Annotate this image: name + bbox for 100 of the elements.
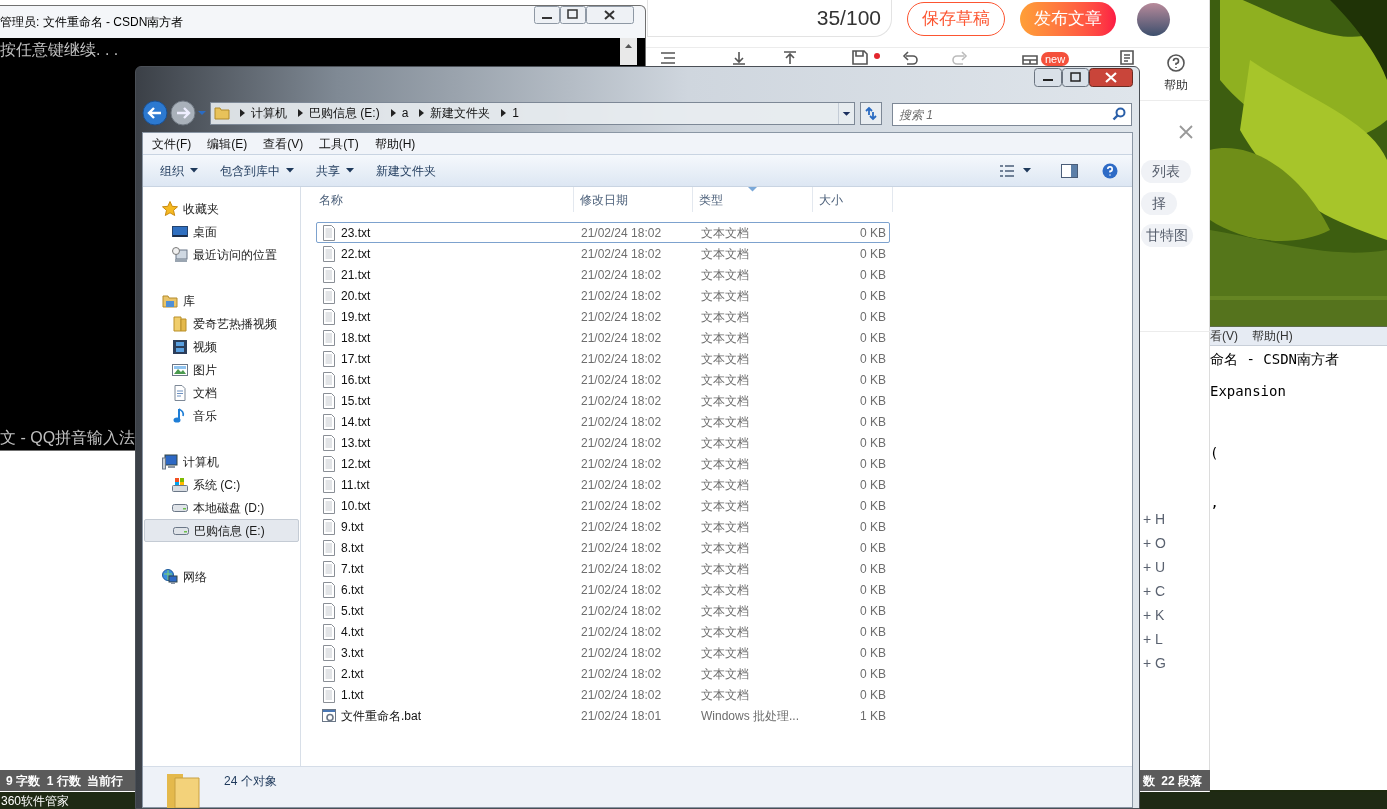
nav-item[interactable]: 音乐: [143, 404, 300, 427]
file-row[interactable]: 10.txt 21/02/24 18:02 文本文档 0 KB: [316, 495, 890, 516]
nav-item[interactable]: 系统 (C:): [143, 473, 300, 496]
character-counter: 35/100: [816, 5, 881, 32]
file-row[interactable]: 19.txt 21/02/24 18:02 文本文档 0 KB: [316, 306, 890, 327]
list-icon[interactable]: [660, 51, 676, 65]
toolbar-button[interactable]: 包含到库中: [212, 158, 302, 183]
file-row[interactable]: 23.txt 21/02/24 18:02 文本文档 0 KB: [316, 222, 890, 243]
close-icon[interactable]: [1089, 68, 1133, 87]
file-row[interactable]: 4.txt 21/02/24 18:02 文本文档 0 KB: [316, 621, 890, 642]
date-cell-text: 21/02/24 18:02: [580, 455, 663, 473]
column-header[interactable]: 大小: [813, 187, 893, 212]
file-row[interactable]: 12.txt 21/02/24 18:02 文本文档 0 KB: [316, 453, 890, 474]
forward-icon[interactable]: [170, 100, 196, 126]
menu-item[interactable]: 编辑(E): [207, 134, 248, 153]
menu-item[interactable]: 查看(V): [263, 134, 304, 153]
toolbar-button[interactable]: 共享: [308, 158, 362, 183]
file-row[interactable]: 7.txt 21/02/24 18:02 文本文档 0 KB: [316, 558, 890, 579]
nav-item[interactable]: 巴购信息 (E:): [144, 519, 299, 542]
file-row[interactable]: 3.txt 21/02/24 18:02 文本文档 0 KB: [316, 642, 890, 663]
nav-item[interactable]: 最近访问的位置: [143, 243, 300, 266]
ime-status: 文 - QQ拼音输入法: [0, 428, 136, 448]
close-icon[interactable]: [586, 6, 634, 24]
breadcrumb[interactable]: 巴购信息 (E:): [309, 104, 380, 122]
outline-item[interactable]: + G: [1143, 653, 1166, 677]
nav-item[interactable]: 收藏夹: [143, 197, 300, 220]
nav-item[interactable]: 图片: [143, 358, 300, 381]
type-cell-text: 文本文档: [700, 350, 750, 368]
file-row[interactable]: 5.txt 21/02/24 18:02 文本文档 0 KB: [316, 600, 890, 621]
menu-item[interactable]: 帮助(H): [1252, 327, 1293, 345]
file-row[interactable]: 21.txt 21/02/24 18:02 文本文档 0 KB: [316, 264, 890, 285]
file-row[interactable]: 17.txt 21/02/24 18:02 文本文档 0 KB: [316, 348, 890, 369]
maximize-icon[interactable]: [1062, 68, 1089, 87]
outline-item[interactable]: + H: [1143, 509, 1166, 533]
minimize-icon[interactable]: [534, 6, 560, 24]
nav-item[interactable]: 网络: [143, 565, 300, 588]
file-row[interactable]: 22.txt 21/02/24 18:02 文本文档 0 KB: [316, 243, 890, 264]
file-row[interactable]: 13.txt 21/02/24 18:02 文本文档 0 KB: [316, 432, 890, 453]
breadcrumb[interactable]: 1: [512, 104, 520, 122]
file-row[interactable]: 16.txt 21/02/24 18:02 文本文档 0 KB: [316, 369, 890, 390]
template-icon[interactable]: [1022, 55, 1038, 65]
outline-item[interactable]: + U: [1143, 557, 1166, 581]
menu-item[interactable]: 工具(T): [319, 134, 359, 153]
nav-item[interactable]: 文档: [143, 381, 300, 404]
file-row[interactable]: 1.txt 21/02/24 18:02 文本文档 0 KB: [316, 684, 890, 705]
minimize-icon[interactable]: [1034, 68, 1062, 87]
chart-type-chip[interactable]: 择: [1141, 192, 1177, 215]
breadcrumb[interactable]: 计算机: [251, 104, 287, 122]
nav-item[interactable]: 视频: [143, 335, 300, 358]
search-icon[interactable]: [1112, 106, 1126, 121]
scrollbar[interactable]: [620, 38, 637, 65]
file-row[interactable]: 20.txt 21/02/24 18:02 文本文档 0 KB: [316, 285, 890, 306]
avatar[interactable]: [1137, 3, 1170, 36]
back-icon[interactable]: [142, 100, 168, 126]
menu-item[interactable]: 看(V): [1210, 327, 1238, 345]
upload-icon[interactable]: [783, 51, 797, 65]
chart-type-chip[interactable]: 甘特图: [1141, 224, 1193, 247]
chart-type-chip[interactable]: 列表: [1141, 160, 1191, 183]
size-cell-text: 0 KB: [859, 350, 887, 368]
file-row[interactable]: 11.txt 21/02/24 18:02 文本文档 0 KB: [316, 474, 890, 495]
nav-item[interactable]: 爱奇艺热播视频: [143, 312, 300, 335]
help-icon[interactable]: [1102, 162, 1118, 179]
nav-item[interactable]: 计算机: [143, 450, 300, 473]
column-header[interactable]: 名称: [301, 187, 574, 212]
file-row[interactable]: 8.txt 21/02/24 18:02 文本文档 0 KB: [316, 537, 890, 558]
file-row[interactable]: 6.txt 21/02/24 18:02 文本文档 0 KB: [316, 579, 890, 600]
download-icon[interactable]: [732, 51, 746, 65]
nav-item[interactable]: 库: [143, 289, 300, 312]
toolbar-button[interactable]: 新建文件夹: [368, 158, 444, 183]
search-field[interactable]: 搜索 1: [892, 103, 1132, 126]
breadcrumb[interactable]: 新建文件夹: [430, 104, 491, 122]
taskbar-item[interactable]: 360软件管家: [0, 791, 70, 809]
nav-item[interactable]: 本地磁盘 (D:): [143, 496, 300, 519]
nav-item[interactable]: 桌面: [143, 220, 300, 243]
title-field[interactable]: 35/100: [647, 0, 892, 37]
outline-item[interactable]: + C: [1143, 581, 1166, 605]
menu-item[interactable]: 帮助(H): [374, 134, 416, 153]
breadcrumb[interactable]: a: [401, 104, 409, 122]
file-row[interactable]: 15.txt 21/02/24 18:02 文本文档 0 KB: [316, 390, 890, 411]
outline-item[interactable]: + O: [1143, 533, 1166, 557]
outline-item[interactable]: + L: [1143, 629, 1166, 653]
column-header[interactable]: 类型: [693, 187, 813, 212]
address-bar[interactable]: 计算机 巴购信息 (E:) a 新建文件夹 1: [210, 101, 855, 125]
file-row[interactable]: 18.txt 21/02/24 18:02 文本文档 0 KB: [316, 327, 890, 348]
maximize-icon[interactable]: [560, 6, 586, 24]
preview-pane-icon[interactable]: [1061, 163, 1078, 178]
file-row[interactable]: 9.txt 21/02/24 18:02 文本文档 0 KB: [316, 516, 890, 537]
help-button[interactable]: 帮助: [1164, 54, 1188, 94]
undo-icon[interactable]: [902, 51, 918, 65]
toolbar-button[interactable]: 组织: [152, 158, 206, 183]
file-row[interactable]: 2.txt 21/02/24 18:02 文本文档 0 KB: [316, 663, 890, 684]
save-icon[interactable]: [852, 50, 868, 65]
refresh-icon[interactable]: [860, 101, 882, 125]
file-row[interactable]: 14.txt 21/02/24 18:02 文本文档 0 KB: [316, 411, 890, 432]
text-file-icon: [322, 665, 336, 682]
file-row[interactable]: 文件重命名.bat 21/02/24 18:01 Windows 批处理... 1 KB: [316, 705, 890, 726]
menu-item[interactable]: 文件(F): [152, 134, 192, 153]
document-icon[interactable]: [1120, 50, 1134, 65]
outline-item[interactable]: + K: [1143, 605, 1166, 629]
column-header[interactable]: 修改日期: [574, 187, 693, 212]
